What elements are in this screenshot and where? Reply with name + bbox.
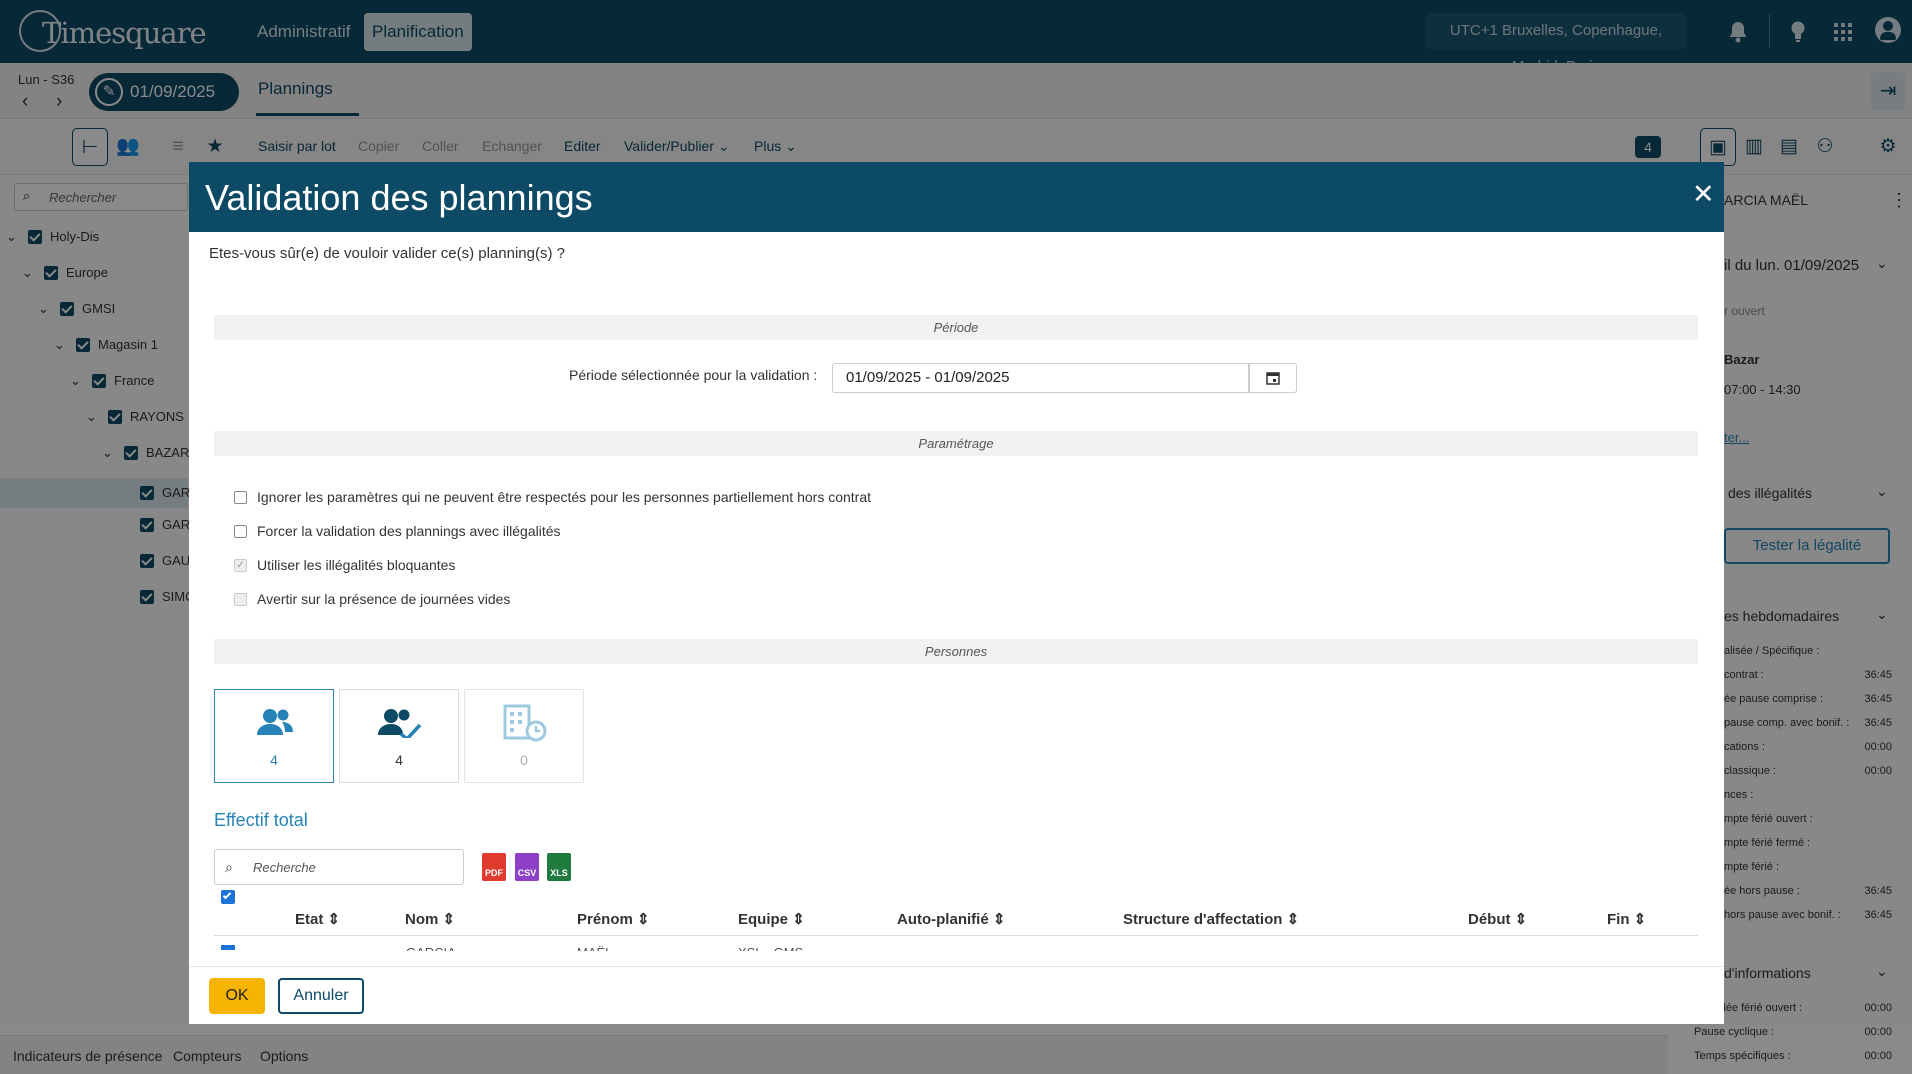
period-input[interactable]: 01/09/2025 - 01/09/2025 bbox=[832, 363, 1250, 393]
option-label: Avertir sur la présence de journées vide… bbox=[257, 591, 511, 607]
column-label: Début bbox=[1468, 911, 1511, 928]
option-label: Ignorer les paramètres qui ne peuvent êt… bbox=[257, 489, 872, 505]
option-forcer-validation[interactable]: Forcer la validation des plannings avec … bbox=[234, 523, 1134, 545]
option-label: Forcer la validation des plannings avec … bbox=[257, 523, 561, 539]
pdf-label: PDF bbox=[485, 868, 503, 878]
checkbox[interactable] bbox=[234, 525, 247, 538]
row-prenom: MAËL bbox=[577, 945, 612, 951]
card-effectif-total[interactable]: 4 bbox=[214, 689, 334, 783]
column-prenom[interactable]: Prénom ⇕ bbox=[577, 910, 650, 928]
csv-export-icon[interactable]: CSV bbox=[515, 853, 539, 881]
row-nom: GARCIA bbox=[406, 945, 456, 951]
column-label: Equipe bbox=[738, 911, 789, 928]
section-parametrage: Paramétrage bbox=[214, 431, 1698, 456]
card-count: 4 bbox=[395, 752, 403, 768]
card-structures[interactable]: 0 bbox=[464, 689, 584, 783]
section-personnes: Personnes bbox=[214, 639, 1698, 664]
sort-icon: ⇕ bbox=[1514, 911, 1528, 928]
card-count: 0 bbox=[520, 752, 528, 768]
csv-label: CSV bbox=[517, 868, 537, 878]
row-checkbox[interactable] bbox=[221, 945, 235, 950]
column-label: Fin bbox=[1607, 911, 1630, 928]
people-search-input[interactable]: ⌕ Recherche bbox=[214, 849, 464, 885]
sort-icon: ⇕ bbox=[1286, 911, 1300, 928]
close-icon[interactable]: ✕ bbox=[1692, 179, 1715, 210]
sort-icon: ⇕ bbox=[442, 911, 456, 928]
select-all-checkbox[interactable] bbox=[221, 890, 235, 904]
people-icon bbox=[255, 706, 295, 741]
column-nom[interactable]: Nom ⇕ bbox=[405, 910, 455, 928]
section-periode: Période bbox=[214, 315, 1698, 340]
column-label: Nom bbox=[405, 911, 439, 928]
card-plannings-valides[interactable]: 4 bbox=[339, 689, 459, 783]
sort-icon: ⇕ bbox=[637, 911, 650, 928]
option-illegalites-bloquantes: ✓ Utiliser les illégalités bloquantes bbox=[234, 557, 1134, 579]
sort-icon: ⇕ bbox=[992, 911, 1006, 928]
column-fin[interactable]: Fin ⇕ bbox=[1607, 910, 1646, 928]
cancel-button[interactable]: Annuler bbox=[278, 978, 364, 1014]
ok-button[interactable]: OK bbox=[209, 978, 265, 1014]
column-label: Auto-planifié bbox=[897, 911, 989, 928]
column-label: Structure d'affectation bbox=[1123, 911, 1283, 928]
option-ignorer-parametres[interactable]: Ignorer les paramètres qui ne peuvent êt… bbox=[234, 489, 1134, 511]
period-label: Période sélectionnée pour la validation … bbox=[569, 367, 818, 383]
xls-export-icon[interactable]: XLS bbox=[547, 853, 571, 881]
search-icon: ⌕ bbox=[225, 859, 233, 875]
xls-label: XLS bbox=[550, 868, 568, 878]
calendar-icon[interactable] bbox=[1248, 363, 1297, 393]
checkbox-disabled bbox=[234, 593, 247, 606]
effectif-title: Effectif total bbox=[214, 810, 308, 830]
column-debut[interactable]: Début ⇕ bbox=[1468, 910, 1527, 928]
column-label: Etat bbox=[295, 911, 324, 928]
building-clock-icon bbox=[503, 704, 549, 745]
modal-footer-divider bbox=[189, 966, 1724, 967]
column-label: Prénom bbox=[577, 911, 633, 928]
row-equipe: XSL - GMS bbox=[738, 945, 803, 951]
modal-title: Validation des plannings bbox=[205, 177, 593, 218]
people-check-icon bbox=[377, 706, 423, 741]
column-equipe[interactable]: Equipe ⇕ bbox=[738, 910, 805, 928]
checkbox[interactable] bbox=[234, 491, 247, 504]
pdf-export-icon[interactable]: PDF bbox=[482, 853, 506, 881]
table-header-divider bbox=[214, 935, 1698, 936]
sort-icon: ⇕ bbox=[792, 911, 805, 928]
column-etat[interactable]: Etat ⇕ bbox=[295, 910, 340, 928]
column-structure-affectation[interactable]: Structure d'affectation ⇕ bbox=[1123, 910, 1299, 928]
confirmation-question: Etes-vous sûr(e) de vouloir valider ce(s… bbox=[209, 245, 565, 262]
option-journees-vides: Avertir sur la présence de journées vide… bbox=[234, 591, 1134, 613]
column-auto-planifie[interactable]: Auto-planifié ⇕ bbox=[897, 910, 1005, 928]
checkbox-checked-disabled: ✓ bbox=[234, 559, 247, 572]
option-label: Utiliser les illégalités bloquantes bbox=[257, 557, 456, 573]
sort-icon: ⇕ bbox=[327, 911, 341, 928]
people-search-placeholder: Recherche bbox=[253, 860, 316, 875]
sort-icon: ⇕ bbox=[1633, 911, 1647, 928]
card-count: 4 bbox=[270, 752, 278, 768]
